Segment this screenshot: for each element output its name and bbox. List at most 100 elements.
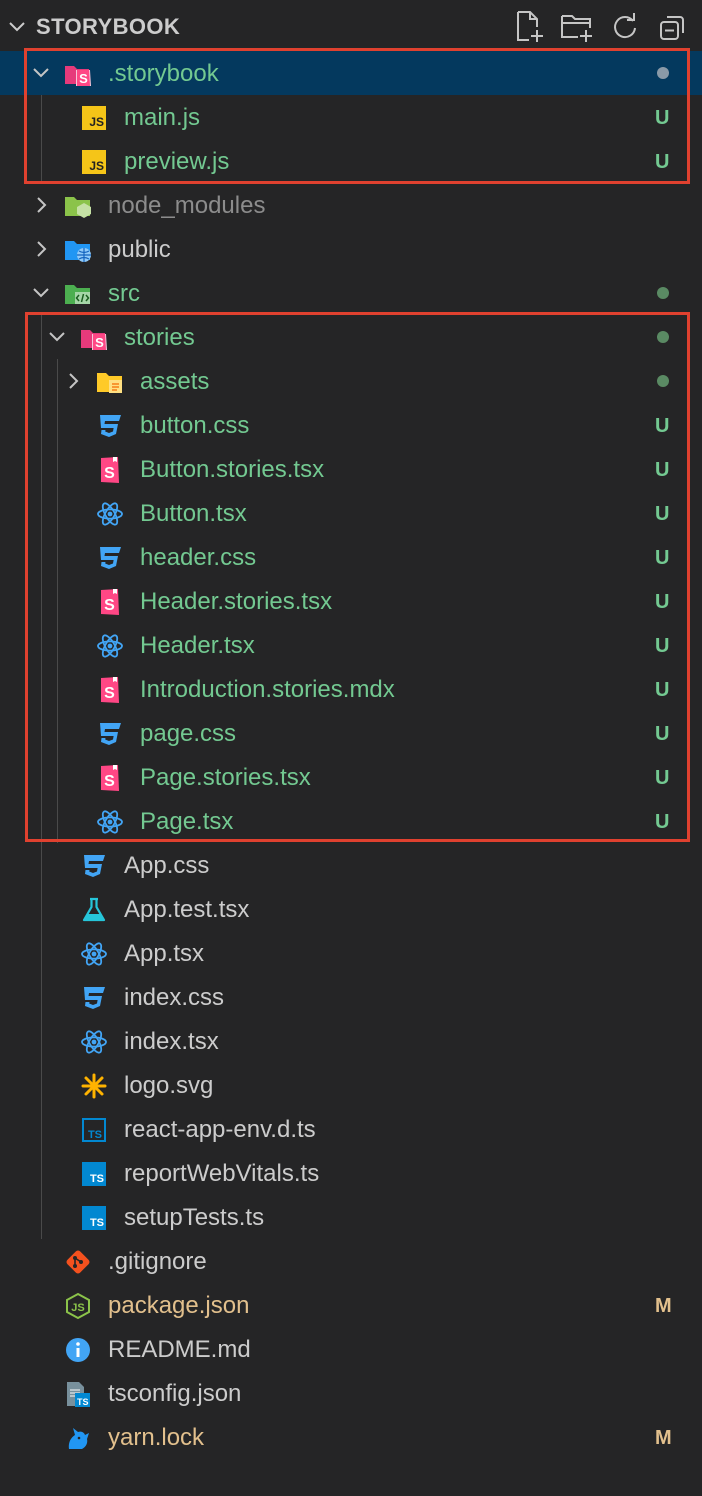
- tree-file-row[interactable]: header.css U: [0, 535, 702, 579]
- indent-guide: [57, 359, 58, 403]
- chevron-right-icon[interactable]: [62, 370, 84, 392]
- indent-guide: [41, 447, 42, 491]
- tree-item-label: Button.tsx: [140, 500, 247, 527]
- tree-item-label: yarn.lock: [108, 1424, 205, 1451]
- git-status-badge: U: [655, 415, 670, 437]
- tree-file-row[interactable]: App.tsx: [0, 931, 702, 975]
- tree-item-label: App.test.tsx: [124, 896, 250, 923]
- tree-file-row[interactable]: Page.tsx U: [0, 799, 702, 843]
- tree-file-row[interactable]: Header.tsx U: [0, 623, 702, 667]
- storybook-file-icon: S: [96, 588, 124, 616]
- tree-file-row[interactable]: S Page.stories.tsx U: [0, 755, 702, 799]
- tree-file-row[interactable]: S Introduction.stories.mdx U: [0, 667, 702, 711]
- chevron-down-icon[interactable]: [6, 16, 28, 38]
- tree-item-label: header.css: [140, 544, 257, 571]
- git-status-badge: U: [655, 107, 670, 129]
- git-status-badge: U: [655, 811, 670, 833]
- tree-item-label: preview.js: [124, 148, 230, 175]
- tree-folder-row[interactable]: assets: [0, 359, 702, 403]
- tree-file-row[interactable]: TS setupTests.ts: [0, 1195, 702, 1239]
- src-folder-icon: [64, 280, 92, 308]
- tree-file-row[interactable]: .gitignore: [0, 1239, 702, 1283]
- tree-file-row[interactable]: TS react-app-env.d.ts: [0, 1107, 702, 1151]
- tree-item-label: src: [108, 280, 140, 307]
- git-status-dot: [657, 331, 669, 343]
- storybook-file-icon: S: [96, 764, 124, 792]
- tree-folder-row[interactable]: S .storybook: [0, 51, 702, 95]
- git-status-badge: U: [655, 151, 670, 173]
- tree-item-label: Header.tsx: [140, 632, 255, 659]
- tree-item-label: tsconfig.json: [108, 1380, 242, 1407]
- chevron-down-icon[interactable]: [30, 282, 52, 304]
- indent-guide: [57, 711, 58, 755]
- svg-asterisk-icon: [80, 1072, 108, 1100]
- indent-guide: [41, 403, 42, 447]
- css-file-icon: [80, 984, 108, 1012]
- tree-item-label: Header.stories.tsx: [140, 588, 333, 615]
- tree-item-label: Page.tsx: [140, 808, 234, 835]
- tree-item-label: .storybook: [108, 60, 219, 87]
- explorer-header[interactable]: STORYBOOK: [0, 0, 702, 52]
- tree-file-row[interactable]: JS package.json M: [0, 1283, 702, 1327]
- tree-folder-row[interactable]: Sstories: [0, 315, 702, 359]
- tree-file-row[interactable]: logo.svg: [0, 1063, 702, 1107]
- css-file-icon: [96, 544, 124, 572]
- tree-folder-row[interactable]: node_modules: [0, 183, 702, 227]
- react-file-icon: [80, 1028, 108, 1056]
- tree-item-label: Button.stories.tsx: [140, 456, 325, 483]
- tree-item-label: reportWebVitals.ts: [124, 1160, 320, 1187]
- tree-item-label: Introduction.stories.mdx: [140, 676, 395, 703]
- git-status-badge: U: [655, 459, 670, 481]
- git-status-badge: U: [655, 635, 670, 657]
- tree-file-row[interactable]: Button.tsx U: [0, 491, 702, 535]
- refresh-button[interactable]: [608, 10, 642, 44]
- node-folder-icon: [64, 192, 92, 220]
- typescript-def-icon: TS: [80, 1116, 108, 1144]
- tree-file-row[interactable]: S Header.stories.tsx U: [0, 579, 702, 623]
- new-folder-button[interactable]: [560, 10, 594, 44]
- tree-file-row[interactable]: page.css U: [0, 711, 702, 755]
- indent-guide: [41, 623, 42, 667]
- chevron-down-icon[interactable]: [46, 326, 68, 348]
- tree-file-row[interactable]: S Button.stories.tsx U: [0, 447, 702, 491]
- tree-item-label: main.js: [124, 104, 201, 131]
- tree-item-label: App.css: [124, 852, 210, 879]
- indent-guide: [57, 799, 58, 843]
- chevron-right-icon[interactable]: [30, 194, 52, 216]
- css-file-icon: [96, 412, 124, 440]
- tree-file-row[interactable]: JS preview.js U: [0, 139, 702, 183]
- tree-item-label: Page.stories.tsx: [140, 764, 311, 791]
- tree-file-row[interactable]: TS reportWebVitals.ts: [0, 1151, 702, 1195]
- tree-file-row[interactable]: App.css: [0, 843, 702, 887]
- tree-file-row[interactable]: JS main.js U: [0, 95, 702, 139]
- chevron-down-icon[interactable]: [30, 62, 52, 84]
- svg-text:S: S: [104, 597, 115, 614]
- tree-file-row[interactable]: index.tsx: [0, 1019, 702, 1063]
- tree-folder-row[interactable]: src: [0, 271, 702, 315]
- tree-folder-row[interactable]: public: [0, 227, 702, 271]
- git-status-dot: [657, 375, 669, 387]
- tree-item-label: setupTests.ts: [124, 1204, 265, 1231]
- git-status-badge: U: [655, 547, 670, 569]
- collapse-all-button[interactable]: [656, 10, 690, 44]
- info-icon: [64, 1336, 92, 1364]
- tree-file-row[interactable]: TS tsconfig.json: [0, 1371, 702, 1415]
- tree-item-label: public: [108, 236, 171, 263]
- git-status-badge: U: [655, 723, 670, 745]
- tree-file-row[interactable]: button.css U: [0, 403, 702, 447]
- tree-file-row[interactable]: yarn.lock M: [0, 1415, 702, 1459]
- storybook-file-icon: S: [96, 456, 124, 484]
- indent-guide: [41, 711, 42, 755]
- git-status-badge: U: [655, 503, 670, 525]
- javascript-file-icon: JS: [80, 104, 108, 132]
- typescript-file-icon: TS: [80, 1204, 108, 1232]
- indent-guide: [41, 755, 42, 799]
- git-status-badge: U: [655, 591, 670, 613]
- indent-guide: [41, 1107, 42, 1151]
- indent-guide: [57, 579, 58, 623]
- chevron-right-icon[interactable]: [30, 238, 52, 260]
- tree-file-row[interactable]: App.test.tsx: [0, 887, 702, 931]
- new-file-button[interactable]: [512, 10, 546, 44]
- tree-file-row[interactable]: index.css: [0, 975, 702, 1019]
- tree-file-row[interactable]: README.md: [0, 1327, 702, 1371]
